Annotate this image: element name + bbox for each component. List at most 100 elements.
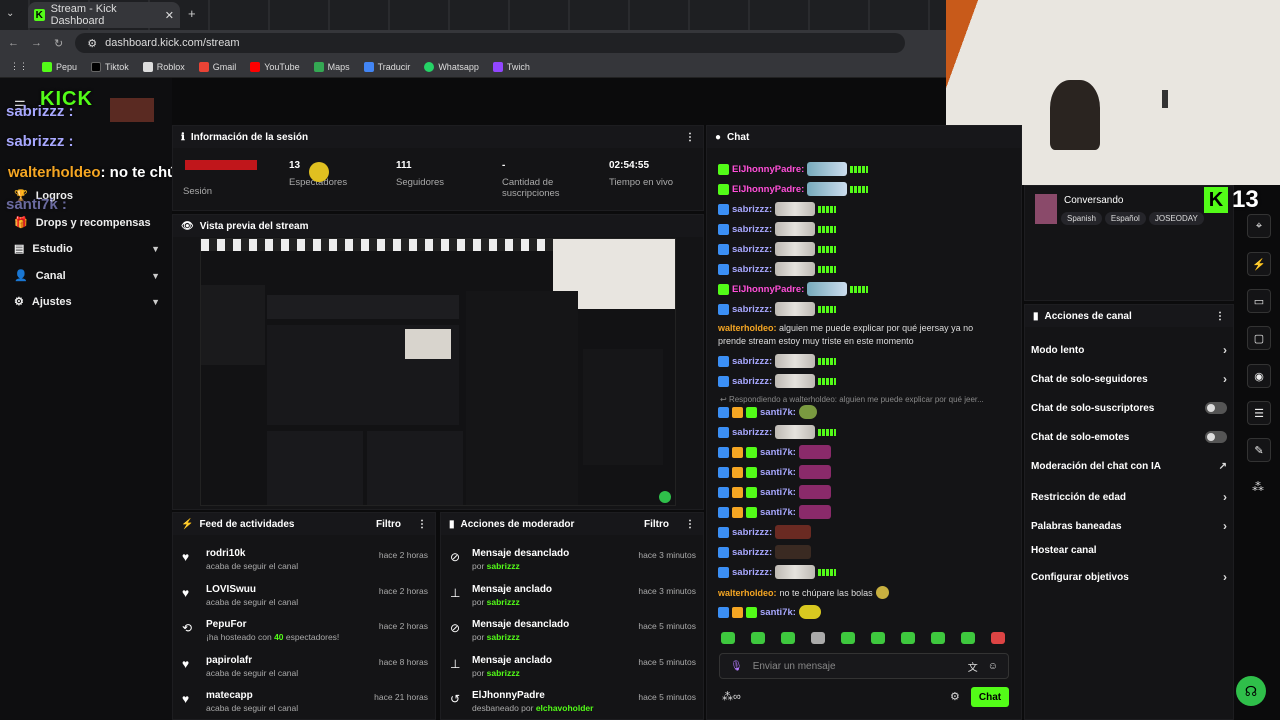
bookmark-youtube[interactable]: YouTube: [250, 61, 300, 72]
site-info-icon[interactable]: ⚙: [87, 37, 97, 50]
more-icon[interactable]: ⋮: [417, 519, 427, 530]
tab-list-icon[interactable]: ⌄: [6, 8, 14, 19]
action-banned-words[interactable]: Palabras baneadas ›: [1031, 519, 1227, 533]
microphone-icon[interactable]: 🎙: [730, 661, 743, 672]
bookmark-gmail[interactable]: Gmail: [198, 61, 236, 72]
emote-quick-10[interactable]: [991, 632, 1005, 644]
chat-extras-icon[interactable]: ⁂∞: [722, 690, 741, 703]
chat-message: sabrizzz:: [718, 302, 837, 316]
emote-quick-1[interactable]: [721, 632, 735, 644]
sidebar-item-ajustes[interactable]: ⚙ Ajustes ▼: [14, 295, 160, 309]
bookmark-pepu[interactable]: Pepu: [42, 61, 77, 72]
eye-icon: 👁: [181, 220, 194, 232]
new-tab-icon[interactable]: +: [188, 6, 196, 21]
chat-settings-icon[interactable]: ⚙: [950, 690, 960, 703]
action-host-channel[interactable]: Hostear canal: [1031, 545, 1227, 556]
forward-icon[interactable]: →: [31, 37, 42, 49]
reply-indicator: ↩ Respondiendo a walterholdeo: alguien m…: [720, 395, 984, 404]
emote-quick-2[interactable]: [751, 632, 765, 644]
preview-sidebar: [201, 285, 265, 365]
emote-quick-6[interactable]: [871, 632, 885, 644]
mod-filter-button[interactable]: Filtro: [644, 519, 669, 530]
back-icon[interactable]: ←: [8, 37, 19, 49]
youtube-icon: [250, 61, 261, 72]
chat-message: sabrizzz:: [718, 262, 837, 276]
reload-icon[interactable]: ↻: [54, 37, 63, 50]
session-info-header: ℹ Información de la sesión ⋮: [173, 126, 703, 148]
chat-message: santi7k:: [718, 465, 831, 479]
support-button[interactable]: ☊: [1236, 676, 1266, 706]
close-tab-icon[interactable]: ✕: [165, 9, 174, 22]
translate-icon[interactable]: 文: [968, 659, 978, 674]
action-configure-goals[interactable]: Configurar objetivos ›: [1031, 570, 1227, 584]
preview-mod: [367, 431, 463, 505]
emote-quick-4[interactable]: [811, 632, 825, 644]
kick-favicon-icon: K: [34, 9, 45, 21]
rail-chat-icon[interactable]: ▢: [1247, 326, 1271, 350]
sidebar-item-canal[interactable]: 👤 Canal ▼: [14, 269, 160, 283]
stat-label: Sesión: [183, 186, 213, 197]
list-item: ⊘ Mensaje desanclado por sabrizzz hace 3 mi…: [450, 548, 696, 571]
emote-quick-3[interactable]: [781, 632, 795, 644]
apps-icon[interactable]: ⋮⋮: [10, 61, 28, 72]
rail-more-icon[interactable]: ⁂: [1252, 480, 1264, 494]
action-subscribers-only[interactable]: Chat de solo-suscriptores: [1031, 402, 1227, 414]
list-item: ⊥ Mensaje anclado por sabrizzz hace 3 minut…: [450, 584, 696, 607]
emoji-picker-icon[interactable]: ☺: [988, 661, 998, 672]
browser-tab[interactable]: K Stream - Kick Dashboard ✕: [28, 2, 180, 28]
tab-title: Stream - Kick Dashboard: [50, 3, 117, 27]
emote-quick-9[interactable]: [961, 632, 975, 644]
more-icon[interactable]: ⋮: [685, 519, 695, 530]
emote-quick-7[interactable]: [901, 632, 915, 644]
rail-target-icon[interactable]: ⌖: [1247, 214, 1271, 238]
rail-wrench-icon[interactable]: ✎: [1247, 438, 1271, 462]
heart-icon: ♥: [182, 657, 190, 671]
rail-clipboard-icon[interactable]: ▭: [1247, 289, 1271, 313]
bookmark-traducir[interactable]: Traducir: [363, 61, 410, 72]
chat-input[interactable]: 🎙 Enviar un mensaje 文 ☺: [719, 653, 1009, 679]
action-emotes-only[interactable]: Chat de solo-emotes: [1031, 431, 1227, 443]
preview-pattern: [201, 239, 553, 251]
emote-quick-5[interactable]: [841, 632, 855, 644]
bookmark-whatsapp[interactable]: Whatsapp: [424, 61, 479, 72]
sidebar-item-drops[interactable]: 🎁 Drops y recompensas: [14, 216, 160, 230]
rail-bolt-icon[interactable]: ⚡: [1247, 252, 1271, 276]
action-age-restriction[interactable]: Restricción de edad ›: [1031, 490, 1227, 504]
rail-layout-icon[interactable]: ☰: [1247, 401, 1271, 425]
chat-message: santi7k:: [718, 405, 817, 419]
bookmark-twich[interactable]: Twich: [492, 61, 530, 72]
chat-message: sabrizzz:: [718, 545, 812, 559]
maps-icon: [313, 61, 324, 72]
shield-icon: ▮: [1033, 310, 1039, 322]
action-ai-moderation[interactable]: Moderación del chat con IA ↗: [1031, 461, 1227, 472]
subscribers-only-toggle[interactable]: [1205, 402, 1227, 414]
chat-message: sabrizzz:: [718, 202, 837, 216]
emote-quick-8[interactable]: [931, 632, 945, 644]
send-chat-button[interactable]: Chat: [971, 687, 1009, 707]
stat-value-subs: -: [502, 160, 506, 171]
sidebar-item-estudio[interactable]: ▤ Estudio ▼: [14, 242, 160, 256]
info-icon: ℹ: [181, 131, 185, 143]
bookmarks-bar: ⋮⋮ Pepu Tiktok Roblox Gmail YouTube Maps…: [0, 56, 946, 78]
heart-icon: ♥: [182, 692, 190, 706]
action-slow-mode[interactable]: Modo lento ›: [1031, 343, 1227, 357]
rail-broadcast-icon[interactable]: ◉: [1247, 364, 1271, 388]
address-bar[interactable]: ⚙ dashboard.kick.com/stream: [75, 33, 906, 53]
action-followers-only[interactable]: Chat de solo-seguidores ›: [1031, 372, 1227, 386]
stream-preview-video[interactable]: [200, 238, 676, 506]
list-item: ♥ matecapp acaba de seguir el canal hace 21…: [182, 690, 428, 713]
chat-message: walterholdeo: alguien me puede explicar …: [718, 323, 974, 346]
feed-filter-button[interactable]: Filtro: [376, 519, 401, 530]
pin-icon: ⊥: [450, 586, 461, 600]
chevron-right-icon: ›: [1223, 519, 1227, 533]
unban-icon: ↺: [450, 692, 461, 706]
bookmark-roblox[interactable]: Roblox: [142, 61, 185, 72]
bookmark-maps[interactable]: Maps: [313, 61, 350, 72]
emotes-only-toggle[interactable]: [1205, 431, 1227, 443]
more-icon[interactable]: ⋮: [685, 132, 695, 143]
bookmark-tiktok[interactable]: Tiktok: [91, 61, 129, 72]
more-icon[interactable]: ⋮: [1215, 311, 1225, 322]
live-badge: [185, 160, 257, 170]
stat-label: Seguidores: [396, 177, 445, 188]
chat-input-placeholder: Enviar un mensaje: [752, 660, 836, 672]
